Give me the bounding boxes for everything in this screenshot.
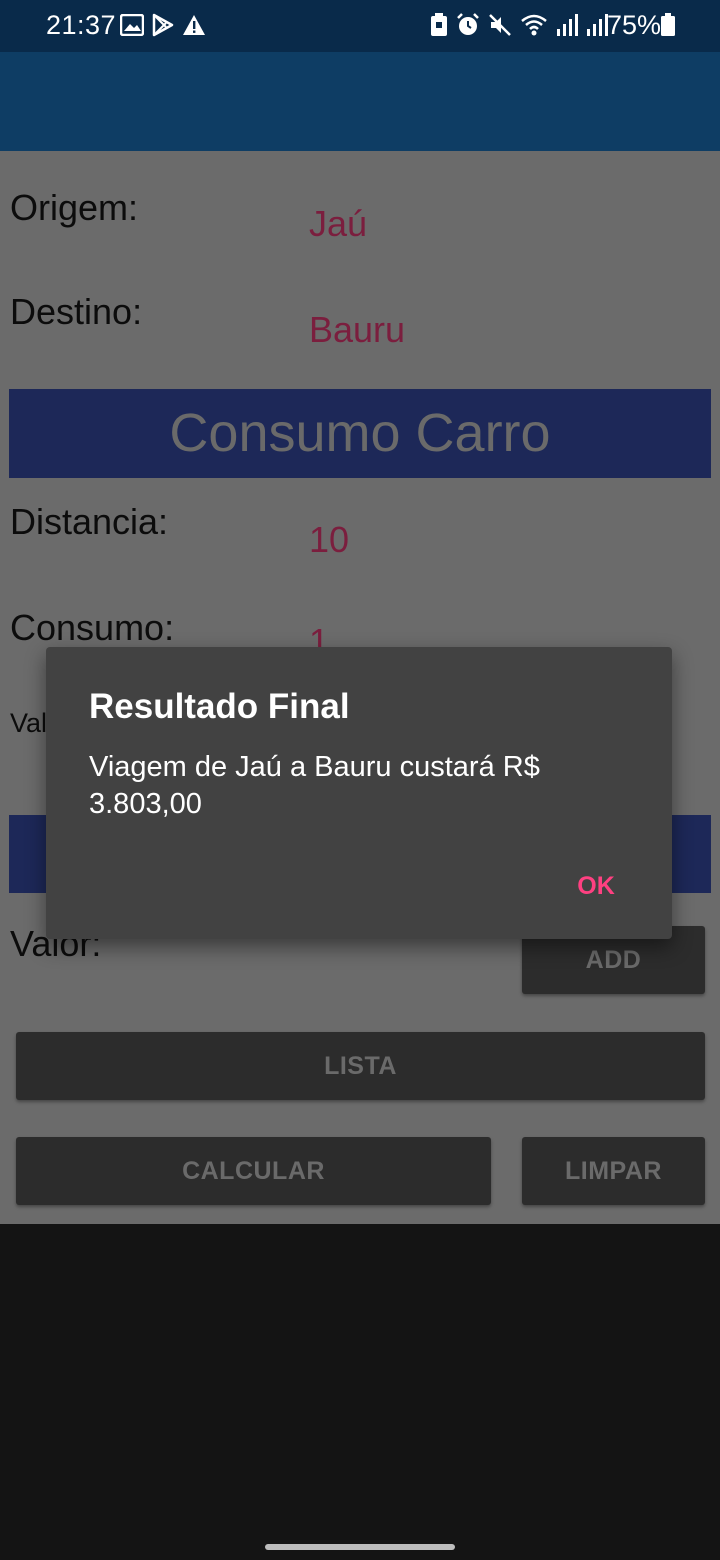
status-time: 21:37 bbox=[46, 10, 117, 40]
destino-input[interactable]: Bauru bbox=[309, 309, 405, 351]
dialog-title: Resultado Final bbox=[89, 687, 350, 726]
destino-label: Destino: bbox=[10, 291, 143, 332]
wifi-icon bbox=[520, 13, 548, 37]
status-bar: 21:37 75% bbox=[0, 0, 720, 52]
ok-button[interactable]: OK bbox=[560, 865, 632, 907]
valor-gasolina-label: Val bbox=[10, 708, 48, 738]
battery-saver-icon bbox=[430, 13, 448, 37]
signal-icon bbox=[556, 13, 578, 37]
calcular-button[interactable]: CALCULAR bbox=[16, 1137, 491, 1205]
battery-icon bbox=[660, 13, 676, 37]
lista-button[interactable]: LISTA bbox=[16, 1032, 705, 1100]
consumo-label: Consumo: bbox=[10, 607, 175, 648]
status-right-icons bbox=[430, 13, 608, 37]
status-left-icons bbox=[120, 13, 206, 37]
limpar-button[interactable]: LIMPAR bbox=[522, 1137, 705, 1205]
section-title: Consumo Carro bbox=[9, 389, 711, 478]
dialog-message: Viagem de Jaú a Bauru custará R$ 3.803,0… bbox=[89, 751, 540, 820]
image-icon bbox=[120, 14, 144, 36]
warning-icon bbox=[182, 14, 206, 36]
origem-input[interactable]: Jaú bbox=[309, 203, 367, 245]
app-bar bbox=[0, 52, 720, 151]
home-gesture-bar[interactable] bbox=[265, 1544, 455, 1550]
alarm-icon bbox=[456, 13, 480, 37]
battery-percentage: 75% bbox=[607, 10, 662, 40]
mute-icon bbox=[488, 13, 512, 37]
distancia-input[interactable]: 10 bbox=[309, 519, 349, 561]
signal-icon bbox=[586, 13, 608, 37]
result-dialog: Resultado Final Viagem de Jaú a Bauru cu… bbox=[46, 647, 672, 939]
distancia-label: Distancia: bbox=[10, 501, 169, 542]
play-store-icon bbox=[152, 13, 174, 37]
origem-label: Origem: bbox=[10, 187, 139, 228]
